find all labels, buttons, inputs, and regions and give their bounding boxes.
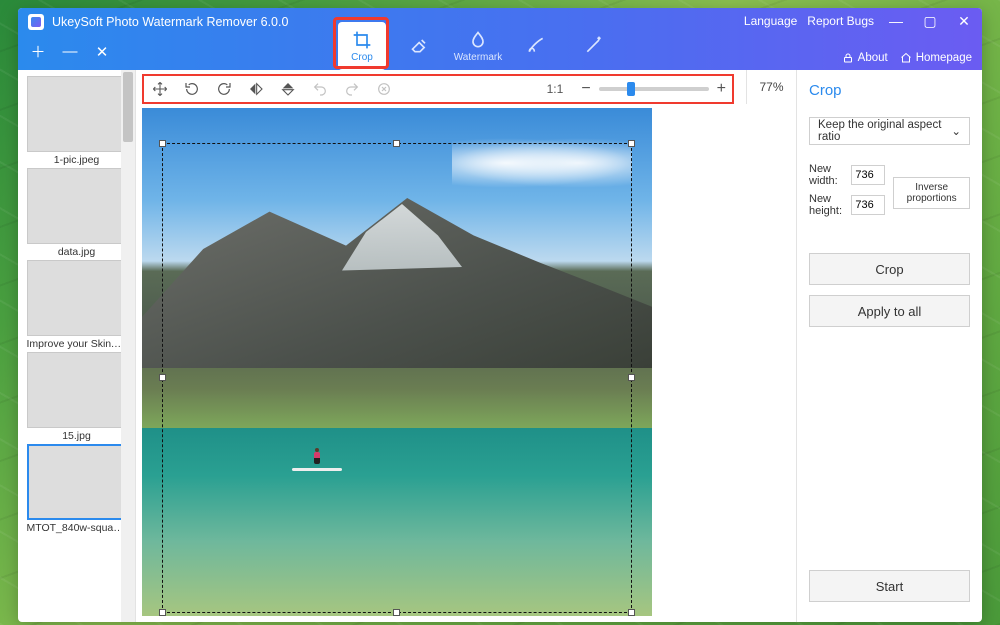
tool-brush[interactable] [512,22,560,70]
new-width-label: New width: [809,163,845,187]
wand-icon [584,35,604,55]
about-label: About [858,52,888,64]
eraser-icon [410,35,430,55]
crop-handle-se[interactable] [628,609,635,616]
homepage-label: Homepage [916,52,972,64]
tool-crop-label: Crop [351,52,373,63]
new-height-label: New height: [809,193,845,217]
aspect-ratio-value: Keep the original aspect ratio [818,119,951,143]
crop-handle-n[interactable] [393,140,400,147]
flip-horizontal-icon[interactable] [246,79,266,99]
report-bugs-link[interactable]: Report Bugs [807,14,874,28]
crop-handle-s[interactable] [393,609,400,616]
thumbnail-caption: 15.jpg [27,430,127,442]
crop-panel: Crop Keep the original aspect ratio ⌄ Ne… [797,70,982,622]
tool-watermark[interactable]: Watermark [454,22,502,70]
tool-crop[interactable]: Crop [338,22,386,70]
new-height-input[interactable] [851,195,885,215]
image-canvas[interactable] [142,108,790,616]
thumbnail-caption: Improve your Skin.jpg [27,338,127,350]
maximize-button[interactable]: ▢ [918,12,942,30]
app-window: UkeySoft Photo Watermark Remover 6.0.0 L… [18,8,982,622]
move-tool-icon[interactable] [150,79,170,99]
crop-selection[interactable] [162,143,632,613]
thumbnail-item[interactable]: Improve your Skin.jpg [27,260,127,350]
chevron-down-icon: ⌄ [951,124,961,138]
inverse-proportions-button[interactable]: Inverse proportions [893,177,970,209]
zoom-slider[interactable] [599,87,709,91]
tool-eraser[interactable] [396,22,444,70]
droplet-icon [468,30,488,50]
add-image-button[interactable]: ＋ [28,41,48,62]
tool-wand[interactable] [570,22,618,70]
crop-handle-sw[interactable] [159,609,166,616]
thumbnail-item[interactable]: MTOT_840w-square.jpg [27,444,127,534]
thumbnail-scrollbar[interactable] [121,70,135,622]
thumbnail-caption: data.jpg [27,246,127,258]
aspect-ratio-dropdown[interactable]: Keep the original aspect ratio ⌄ [809,117,970,145]
aspect-ratio-label: 1:1 [547,82,564,96]
edit-toolbar: 1:1 − + [142,74,734,104]
undo-icon[interactable] [310,79,330,99]
thumbnail-item[interactable]: data.jpg [27,168,127,258]
crop-handle-ne[interactable] [628,140,635,147]
brush-icon [526,35,546,55]
clear-images-button[interactable]: ✕ [92,43,112,61]
zoom-in-button[interactable]: + [717,80,726,98]
crop-handle-w[interactable] [159,374,166,381]
thumbnail-item[interactable]: 1-pic.jpeg [27,76,127,166]
rotate-right-icon[interactable] [214,79,234,99]
app-title: UkeySoft Photo Watermark Remover 6.0.0 [52,15,288,29]
zoom-out-button[interactable]: − [581,80,590,98]
cancel-icon[interactable] [374,79,394,99]
crop-handle-nw[interactable] [159,140,166,147]
crop-handle-e[interactable] [628,374,635,381]
thumbnail-caption: MTOT_840w-square.jpg [27,522,127,534]
about-link[interactable]: About [842,52,888,64]
thumbnail-image [27,168,127,244]
thumbnail-panel: 1-pic.jpeg data.jpg Improve your Skin.jp… [18,70,136,622]
crop-button[interactable]: Crop [809,253,970,285]
start-button[interactable]: Start [809,570,970,602]
thumbnail-image [27,76,127,152]
apply-to-all-button[interactable]: Apply to all [809,295,970,327]
rotate-left-icon[interactable] [182,79,202,99]
language-link[interactable]: Language [744,14,797,28]
flip-vertical-icon[interactable] [278,79,298,99]
remove-image-button[interactable]: — [60,43,80,60]
thumbnail-image [27,444,127,520]
home-icon [900,52,912,64]
homepage-link[interactable]: Homepage [900,52,972,64]
zoom-percent: 77% [746,70,796,104]
crop-icon [352,30,372,50]
thumbnail-image [27,352,127,428]
app-logo-icon [28,14,44,30]
thumbnail-caption: 1-pic.jpeg [27,154,127,166]
thumbnail-image [27,260,127,336]
redo-icon[interactable] [342,79,362,99]
lock-icon [842,52,854,64]
titlebar: UkeySoft Photo Watermark Remover 6.0.0 L… [18,8,982,70]
close-button[interactable]: ✕ [952,12,976,30]
panel-title: Crop [809,82,970,99]
tool-watermark-label: Watermark [454,52,503,63]
minimize-button[interactable]: — [884,12,908,30]
new-width-input[interactable] [851,165,885,185]
thumbnail-item[interactable]: 15.jpg [27,352,127,442]
